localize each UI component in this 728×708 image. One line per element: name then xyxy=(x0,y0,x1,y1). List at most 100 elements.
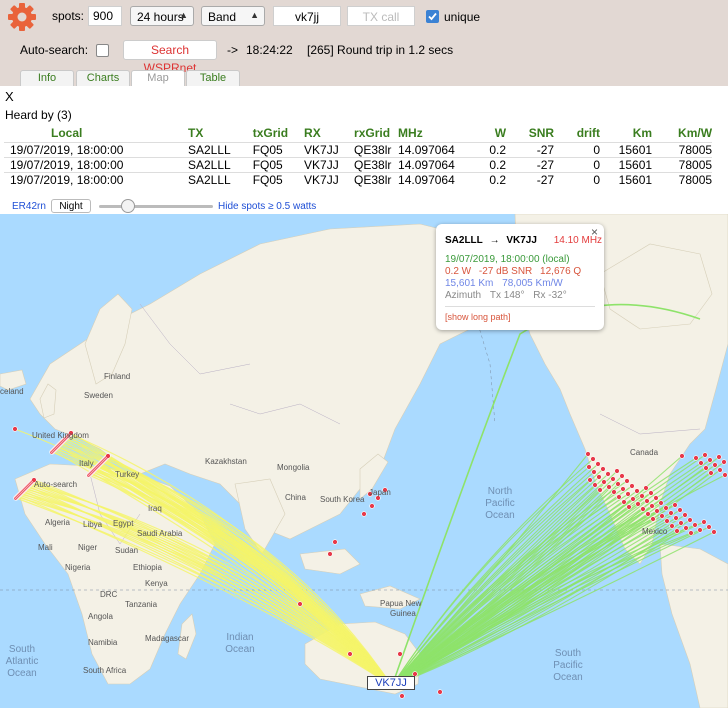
spot-marker[interactable] xyxy=(606,484,612,490)
spot-marker[interactable] xyxy=(597,487,603,493)
spot-marker[interactable] xyxy=(674,528,680,534)
col-snr[interactable]: SNR xyxy=(512,124,560,143)
spot-marker[interactable] xyxy=(693,455,699,461)
spot-marker[interactable] xyxy=(105,453,111,459)
spot-marker[interactable] xyxy=(687,517,693,523)
col-drift[interactable]: drift xyxy=(560,124,604,143)
spot-marker[interactable] xyxy=(596,474,602,480)
spot-marker[interactable] xyxy=(706,524,712,530)
spot-marker[interactable] xyxy=(683,525,689,531)
spot-marker[interactable] xyxy=(614,468,620,474)
spot-marker[interactable] xyxy=(716,454,722,460)
show-long-path-link[interactable]: [show long path] xyxy=(445,312,511,322)
spot-marker[interactable] xyxy=(707,457,713,463)
spots-input[interactable]: 900 xyxy=(88,6,122,26)
col-km[interactable]: Km xyxy=(604,124,656,143)
spot-marker[interactable] xyxy=(605,471,611,477)
spot-marker[interactable] xyxy=(12,426,18,432)
spot-marker[interactable] xyxy=(399,693,405,699)
spot-marker[interactable] xyxy=(437,689,443,695)
col-tx[interactable]: TX xyxy=(154,124,231,143)
spot-marker[interactable] xyxy=(708,470,714,476)
autosearch-checkbox[interactable] xyxy=(96,44,109,57)
spot-marker[interactable] xyxy=(621,499,627,505)
spot-marker[interactable] xyxy=(635,501,641,507)
spot-marker[interactable] xyxy=(673,515,679,521)
period-select[interactable]: 24 hours ▲ xyxy=(130,6,194,26)
spot-marker[interactable] xyxy=(595,461,601,467)
spot-marker[interactable] xyxy=(678,520,684,526)
spot-marker[interactable] xyxy=(702,452,708,458)
spot-marker[interactable] xyxy=(698,460,704,466)
spot-marker[interactable] xyxy=(624,478,630,484)
power-slider-track[interactable] xyxy=(99,205,213,208)
spot-marker[interactable] xyxy=(585,451,591,457)
spot-marker[interactable] xyxy=(668,510,674,516)
tab-map[interactable]: Map xyxy=(131,70,185,86)
col-rx[interactable]: RX xyxy=(288,124,342,143)
spot-marker[interactable] xyxy=(677,507,683,513)
spot-marker[interactable] xyxy=(626,504,632,510)
spot-marker[interactable] xyxy=(645,511,651,517)
spot-marker[interactable] xyxy=(616,494,622,500)
spot-marker[interactable] xyxy=(620,486,626,492)
spot-marker[interactable] xyxy=(361,511,367,517)
spot-marker[interactable] xyxy=(722,472,728,478)
world-map[interactable]: Finland Sweden celand United Kingdom Kaz… xyxy=(0,214,728,708)
spot-marker[interactable] xyxy=(663,505,669,511)
col-mhz[interactable]: MHz xyxy=(396,124,472,143)
spot-marker[interactable] xyxy=(703,465,709,471)
gear-icon[interactable] xyxy=(4,2,40,32)
spot-marker[interactable] xyxy=(590,456,596,462)
spot-marker[interactable] xyxy=(679,453,685,459)
tab-table[interactable]: Table xyxy=(186,70,240,86)
spot-marker[interactable] xyxy=(369,503,375,509)
spot-marker[interactable] xyxy=(327,551,333,557)
spot-marker[interactable] xyxy=(654,508,660,514)
search-wsprnet-button[interactable]: Search WSPRnet xyxy=(123,40,217,75)
band-select[interactable]: Band ▲ xyxy=(201,6,265,26)
tx-call-input[interactable]: TX call xyxy=(347,6,415,26)
night-button[interactable]: Night xyxy=(51,199,91,213)
spot-marker[interactable] xyxy=(592,482,598,488)
spot-marker[interactable] xyxy=(697,527,703,533)
spot-marker[interactable] xyxy=(587,477,593,483)
spot-marker[interactable] xyxy=(397,651,403,657)
spot-marker[interactable] xyxy=(648,490,654,496)
col-rxgrid[interactable]: rxGrid xyxy=(342,124,396,143)
spot-marker[interactable] xyxy=(639,493,645,499)
spot-marker[interactable] xyxy=(644,498,650,504)
col-kmw[interactable]: Km/W xyxy=(656,124,712,143)
spot-marker[interactable] xyxy=(643,485,649,491)
power-slider-thumb[interactable] xyxy=(120,199,135,213)
spot-marker[interactable] xyxy=(640,506,646,512)
spot-marker[interactable] xyxy=(649,503,655,509)
hide-spots-link[interactable]: Hide spots ≥ 0.5 watts xyxy=(218,201,316,212)
spot-marker[interactable] xyxy=(630,496,636,502)
spot-marker[interactable] xyxy=(653,495,659,501)
spot-marker[interactable] xyxy=(672,502,678,508)
spot-marker[interactable] xyxy=(659,513,665,519)
spot-marker[interactable] xyxy=(717,467,723,473)
spot-marker[interactable] xyxy=(711,529,717,535)
col-w[interactable]: W xyxy=(472,124,512,143)
spot-marker[interactable] xyxy=(586,464,592,470)
spot-marker[interactable] xyxy=(591,469,597,475)
spot-marker[interactable] xyxy=(615,481,621,487)
spot-marker[interactable] xyxy=(658,500,664,506)
spot-marker[interactable] xyxy=(600,466,606,472)
tab-charts[interactable]: Charts xyxy=(76,70,130,86)
callsign-input[interactable]: vk7jj xyxy=(273,6,341,26)
spot-marker[interactable] xyxy=(332,539,338,545)
col-local[interactable]: Local xyxy=(4,124,154,143)
spot-marker[interactable] xyxy=(619,473,625,479)
close-x-button[interactable]: X xyxy=(5,89,14,104)
col-txgrid[interactable]: txGrid xyxy=(231,124,288,143)
map-view[interactable]: Finland Sweden celand United Kingdom Kaz… xyxy=(0,214,728,708)
spot-marker[interactable] xyxy=(669,523,675,529)
unique-checkbox[interactable] xyxy=(426,10,439,23)
spot-marker[interactable] xyxy=(688,530,694,536)
spot-marker[interactable] xyxy=(601,479,607,485)
spot-marker[interactable] xyxy=(682,512,688,518)
tab-info[interactable]: Info xyxy=(20,70,74,86)
